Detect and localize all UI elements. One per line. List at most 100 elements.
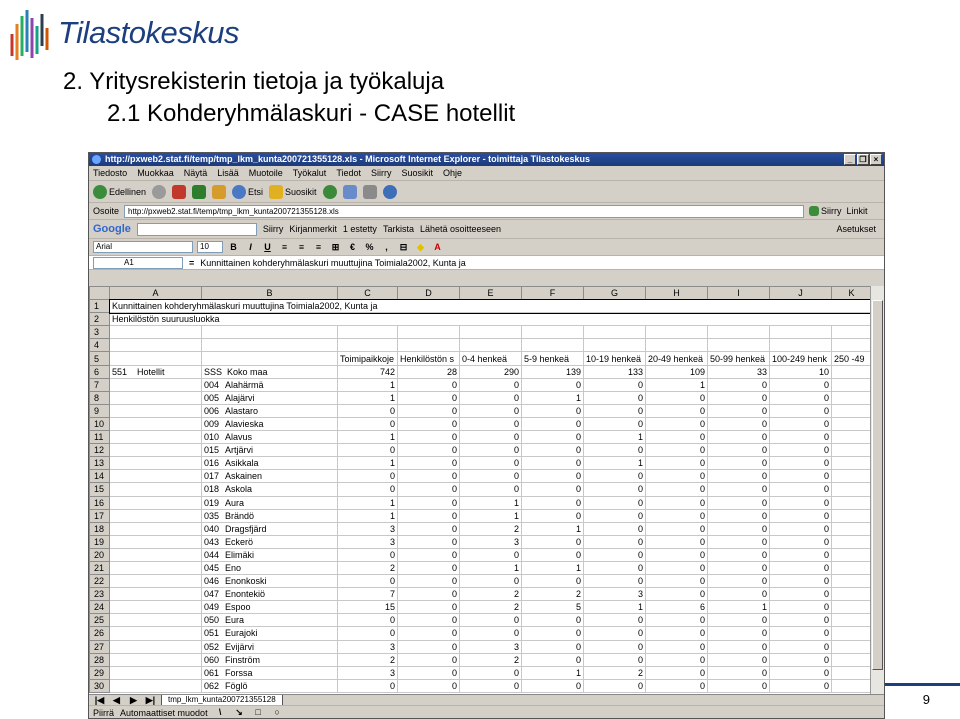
oval-tool-icon[interactable]: ○ <box>271 706 284 718</box>
column-header[interactable]: E <box>459 286 522 301</box>
industry-cell[interactable] <box>109 613 202 628</box>
value-cell[interactable]: 3 <box>337 665 398 680</box>
value-cell[interactable]: 0 <box>645 482 708 497</box>
industry-cell[interactable] <box>109 587 202 602</box>
industry-cell[interactable] <box>109 495 202 510</box>
value-cell[interactable]: 0 <box>583 390 646 405</box>
value-cell[interactable]: 0 <box>645 574 708 589</box>
subtitle-cell[interactable]: Henkilöstön suuruusluokka <box>109 312 872 327</box>
value-cell[interactable] <box>831 639 872 654</box>
percent-icon[interactable]: % <box>363 241 376 254</box>
row-header[interactable]: 17 <box>89 508 110 523</box>
value-cell[interactable]: 0 <box>521 508 584 523</box>
region-cell[interactable]: 006 Alastaro <box>201 403 338 418</box>
value-cell[interactable]: 0 <box>707 547 770 562</box>
value-cell[interactable]: 0 <box>583 574 646 589</box>
vertical-scrollbar[interactable] <box>870 286 884 694</box>
value-cell[interactable] <box>831 574 872 589</box>
value-cell[interactable] <box>831 665 872 680</box>
value-cell[interactable]: 0 <box>459 482 522 497</box>
value-cell[interactable]: 0 <box>397 456 460 471</box>
value-cell[interactable] <box>831 560 872 576</box>
google-settings-button[interactable]: Asetukset <box>836 224 876 234</box>
value-cell[interactable]: 15 <box>337 600 398 615</box>
value-cell[interactable]: 0 <box>521 613 584 628</box>
value-cell[interactable]: 1 <box>521 665 584 680</box>
region-cell[interactable]: 049 Espoo <box>201 600 338 615</box>
industry-cell[interactable] <box>109 600 202 615</box>
row-header[interactable]: 22 <box>89 574 110 589</box>
value-cell[interactable]: 0 <box>521 652 584 667</box>
value-cell[interactable]: 742 <box>337 364 398 379</box>
value-cell[interactable]: 28 <box>397 364 460 379</box>
value-cell[interactable]: 0 <box>337 626 398 641</box>
column-header[interactable]: H <box>645 286 708 301</box>
region-cell[interactable]: 019 Aura <box>201 495 338 510</box>
industry-cell[interactable] <box>109 652 202 667</box>
value-cell[interactable]: 0 <box>645 508 708 523</box>
row-header[interactable]: 11 <box>89 430 110 445</box>
row-header[interactable]: 16 <box>89 495 110 510</box>
value-cell[interactable]: 0 <box>707 626 770 641</box>
value-cell[interactable]: 0 <box>769 534 832 549</box>
value-cell[interactable]: 0 <box>769 403 832 418</box>
industry-cell[interactable] <box>109 574 202 589</box>
google-bookmarks-button[interactable]: Kirjanmerkit <box>289 224 337 234</box>
value-cell[interactable]: 0 <box>707 456 770 471</box>
value-cell[interactable]: 1 <box>337 456 398 471</box>
history-icon[interactable] <box>322 184 337 199</box>
value-cell[interactable]: 0 <box>769 678 832 693</box>
row-header[interactable]: 9 <box>89 403 110 418</box>
value-cell[interactable]: 0 <box>645 665 708 680</box>
value-cell[interactable]: 0 <box>583 521 646 536</box>
value-cell[interactable]: 0 <box>337 482 398 497</box>
value-cell[interactable]: 1 <box>337 390 398 405</box>
value-cell[interactable]: 0 <box>645 521 708 536</box>
row-header[interactable]: 6 <box>89 364 110 379</box>
value-cell[interactable]: 6 <box>645 600 708 615</box>
column-header[interactable]: K <box>831 286 872 301</box>
column-header[interactable]: F <box>521 286 584 301</box>
value-cell[interactable]: 0 <box>459 403 522 418</box>
value-cell[interactable]: 0 <box>459 626 522 641</box>
row-header[interactable]: 14 <box>89 469 110 484</box>
value-cell[interactable]: 0 <box>645 456 708 471</box>
value-cell[interactable] <box>831 469 872 484</box>
column-header[interactable]: D <box>397 286 460 301</box>
region-cell[interactable]: 040 Dragsfjärd <box>201 521 338 536</box>
value-cell[interactable]: 0 <box>769 430 832 445</box>
value-cell[interactable]: 0 <box>583 547 646 562</box>
row-header[interactable]: 18 <box>89 521 110 536</box>
value-cell[interactable]: 0 <box>459 613 522 628</box>
value-cell[interactable]: 3 <box>337 639 398 654</box>
row-header[interactable]: 13 <box>89 456 110 471</box>
header-cell[interactable]: 5-9 henkeä <box>521 351 584 366</box>
value-cell[interactable]: 5 <box>521 600 584 615</box>
menu-help[interactable]: Ohje <box>443 168 462 178</box>
value-cell[interactable]: 0 <box>397 495 460 510</box>
favorites-button[interactable]: Suosikit <box>269 184 317 199</box>
autoshapes-menu[interactable]: Automaattiset muodot <box>120 708 208 718</box>
value-cell[interactable]: 0 <box>583 443 646 458</box>
value-cell[interactable]: 1 <box>583 456 646 471</box>
region-cell[interactable]: 004 Alahärmä <box>201 377 338 392</box>
value-cell[interactable]: 0 <box>769 443 832 458</box>
value-cell[interactable]: 2 <box>583 665 646 680</box>
font-size-select[interactable]: 10 <box>197 241 223 253</box>
column-header[interactable]: B <box>201 286 338 301</box>
value-cell[interactable]: 0 <box>583 469 646 484</box>
merge-icon[interactable]: ⊞ <box>329 241 342 254</box>
region-cell[interactable]: 051 Eurajoki <box>201 626 338 641</box>
value-cell[interactable]: 0 <box>397 390 460 405</box>
value-cell[interactable] <box>831 534 872 549</box>
industry-cell[interactable]: 551 Hotellit <box>109 364 202 379</box>
value-cell[interactable]: 0 <box>645 390 708 405</box>
value-cell[interactable]: 0 <box>459 456 522 471</box>
industry-cell[interactable] <box>109 403 202 418</box>
industry-cell[interactable] <box>109 626 202 641</box>
region-cell[interactable]: 061 Forssa <box>201 665 338 680</box>
value-cell[interactable]: 0 <box>769 416 832 432</box>
region-cell[interactable]: 052 Evijärvi <box>201 639 338 654</box>
value-cell[interactable]: 0 <box>583 560 646 576</box>
value-cell[interactable]: 0 <box>521 430 584 445</box>
